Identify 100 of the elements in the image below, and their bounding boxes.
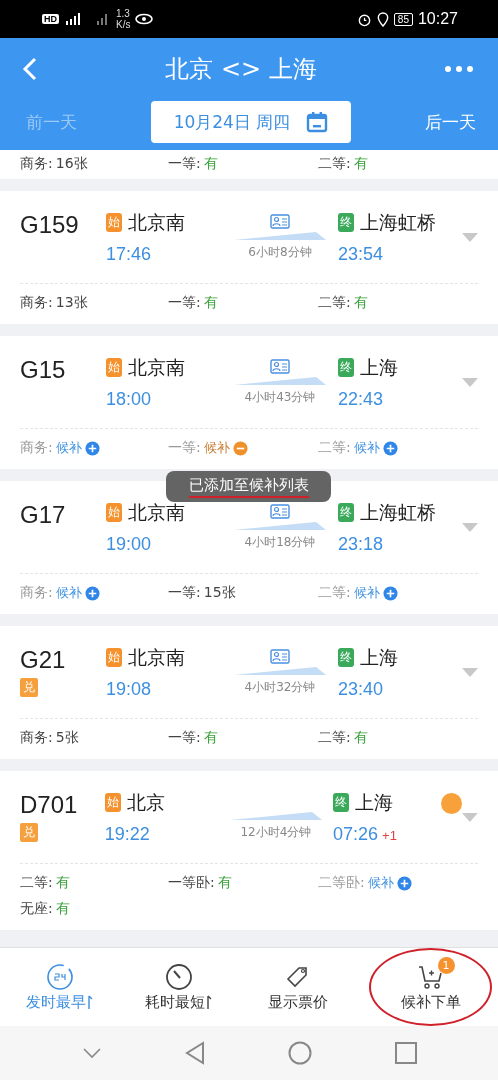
seat-class-label: 二等:	[318, 439, 351, 457]
seat-class-label: 一等:	[168, 155, 201, 173]
train-number: D701	[20, 791, 78, 819]
waitlist-link[interactable]: 候补	[353, 439, 380, 457]
exchange-badge: 兑	[20, 823, 38, 842]
start-station-tag: 始	[106, 648, 122, 667]
train-card[interactable]: D701 兑 始 北京 19:22 12小时4分钟 终 上海 07:26 +1 二等: 有 一等卧: 有 二等卧: 候补 无座: 有	[0, 771, 498, 930]
train-card[interactable]: G15 始 北京南 18:00 4小时43分钟 终 上海 22:43 商务: 候补 一等: 候补 二等: 候补	[0, 336, 498, 469]
departure-time: 19:00	[106, 533, 153, 555]
waitlist-link[interactable]: 候补	[353, 584, 380, 602]
date-picker[interactable]: 10月24日 周四	[151, 101, 351, 143]
end-station-tag: 终	[338, 648, 354, 667]
seat-availability: 有	[353, 729, 368, 747]
train-card[interactable]: G159 始 北京南 17:46 6小时8分钟 终 上海虹桥 23:54 商务: 13张 一等: 有 二等: 有	[0, 191, 498, 324]
toolbar-tab[interactable]: 耗时最短	[119, 948, 238, 1026]
end-station-tag: 终	[338, 503, 354, 522]
departure-time: 19:08	[106, 678, 153, 700]
speed-unit: K/s	[116, 19, 131, 30]
arrival-station: 上海虹桥	[360, 209, 436, 235]
departure-time: 18:00	[106, 388, 153, 410]
departure-station: 北京南	[128, 499, 185, 525]
travel-duration: 4小时32分钟	[244, 678, 316, 696]
seat-class-label: 商务:	[20, 294, 53, 312]
more-icon[interactable]	[444, 65, 474, 73]
travel-duration: 12小时4分钟	[240, 823, 312, 841]
end-station-tag: 终	[338, 213, 354, 232]
clock-icon	[45, 962, 74, 991]
train-card[interactable]: 商务: 16张 一等: 有 二等: 有	[0, 150, 498, 179]
train-number: G21	[20, 646, 66, 674]
arrival-station: 上海	[360, 354, 398, 380]
seat-count: 5张	[55, 729, 79, 747]
seat-class-label: 商务:	[20, 439, 53, 457]
back-triangle-icon[interactable]	[184, 1041, 205, 1065]
waitlist-link[interactable]: 候补	[55, 584, 82, 602]
waitlist-link[interactable]: 候补	[203, 439, 230, 457]
add-icon[interactable]	[396, 875, 412, 891]
seat-class-label: 一等:	[168, 439, 201, 457]
waitlist-link[interactable]: 候补	[55, 439, 82, 457]
add-icon[interactable]	[382, 585, 398, 601]
seat-class-label: 二等:	[318, 294, 351, 312]
seat-availability: 有	[55, 900, 70, 918]
remove-icon[interactable]	[232, 440, 248, 456]
seat-count: 13张	[55, 294, 88, 312]
timer-icon	[164, 962, 193, 991]
seat-availability: 有	[203, 155, 218, 173]
recents-square-icon[interactable]	[394, 1042, 417, 1064]
seat-class-label: 二等卧:	[318, 874, 365, 892]
add-icon[interactable]	[382, 440, 398, 456]
start-station-tag: 始	[104, 793, 121, 812]
dropdown-icon[interactable]	[462, 377, 478, 387]
travel-duration: 6小时8分钟	[248, 243, 312, 261]
count-badge: 1	[437, 956, 455, 974]
add-icon[interactable]	[84, 585, 100, 601]
home-circle-icon[interactable]	[287, 1041, 312, 1065]
chevron-down-icon[interactable]	[81, 1047, 102, 1059]
network-speed: 1.3	[116, 8, 131, 19]
departure-time: 17:46	[106, 243, 153, 265]
seat-class-label: 商务:	[20, 584, 53, 602]
start-station-tag: 始	[106, 213, 122, 232]
seat-class-label: 一等:	[168, 584, 201, 602]
back-icon[interactable]	[22, 57, 38, 81]
calendar-icon	[306, 111, 329, 133]
arrival-station: 上海	[360, 644, 398, 670]
start-station-tag: 始	[106, 503, 122, 522]
dropdown-icon[interactable]	[462, 667, 478, 677]
arrival-station: 上海虹桥	[360, 499, 436, 525]
start-station-tag: 始	[106, 358, 122, 377]
arrival-time: 07:26	[333, 823, 379, 845]
seat-availability: 有	[353, 155, 368, 173]
dropdown-icon[interactable]	[462, 812, 478, 822]
dropdown-icon[interactable]	[462, 232, 478, 242]
departure-station: 北京南	[128, 354, 185, 380]
travel-duration: 4小时43分钟	[244, 388, 316, 406]
waitlist-link[interactable]: 候补	[367, 874, 394, 892]
end-station-tag: 终	[333, 793, 349, 812]
train-number: G15	[20, 356, 66, 384]
dropdown-icon[interactable]	[462, 522, 478, 532]
travel-duration: 4小时18分钟	[244, 533, 316, 551]
route-title: 北京 <> 上海	[165, 54, 317, 85]
seat-class-label: 一等:	[168, 729, 201, 747]
seat-class-label: 一等:	[168, 294, 201, 312]
arrival-time: 23:18	[338, 533, 384, 555]
toolbar-tab[interactable]: 显示票价	[238, 948, 357, 1026]
seat-class-label: 商务:	[20, 155, 53, 173]
next-day-button[interactable]: 后一天	[425, 110, 476, 134]
toolbar-tab[interactable]: 发时最早	[0, 948, 119, 1026]
seat-class-label: 二等:	[318, 155, 351, 173]
seat-availability: 有	[203, 729, 218, 747]
seat-availability: 有	[353, 294, 368, 312]
departure-station: 北京	[126, 789, 165, 815]
seat-class-label: 二等:	[318, 729, 351, 747]
train-card[interactable]: G21 兑 始 北京南 19:08 4小时32分钟 终 上海 23:40 商务: 5张 一等: 有 二等: 有	[0, 626, 498, 759]
seat-availability: 有	[217, 874, 232, 892]
eye-icon	[135, 13, 154, 25]
add-icon[interactable]	[84, 440, 100, 456]
arrival-station: 上海	[355, 789, 393, 815]
next-day-mark: +1	[382, 827, 397, 843]
seat-class-label: 商务:	[20, 729, 53, 747]
location-icon	[376, 11, 389, 27]
arrival-time: 22:43	[338, 388, 384, 410]
